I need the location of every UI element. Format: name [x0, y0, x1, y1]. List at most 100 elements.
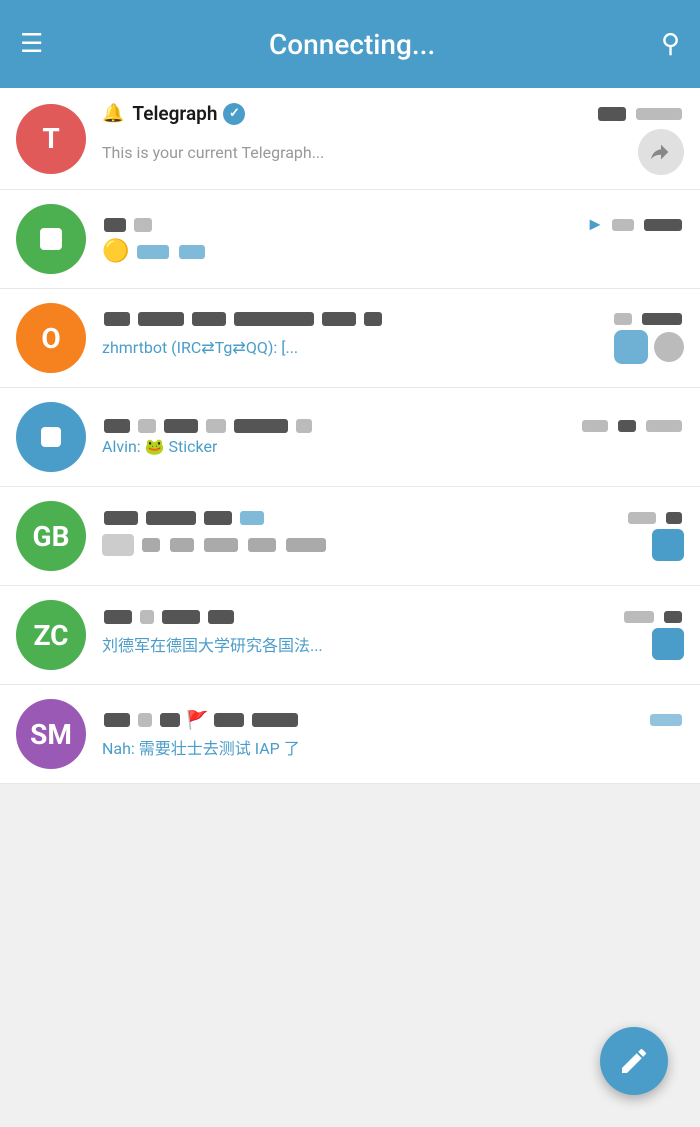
redacted-block	[666, 512, 682, 524]
time-area	[626, 512, 684, 524]
chat-info: Alvin: 🐸 Sticker	[102, 419, 684, 456]
chat-info: zhmrtbot (IRC⇄Tg⇄QQ): [...	[102, 312, 684, 364]
redacted-block	[138, 312, 184, 326]
avatar-small	[654, 332, 684, 362]
redacted-block	[146, 511, 196, 525]
redacted-block	[598, 107, 626, 121]
header-title: Connecting...	[43, 28, 661, 61]
redacted-block	[104, 511, 138, 525]
redacted-block	[614, 313, 632, 325]
chat-second-row: 刘德军在德国大学研究各国法...	[102, 628, 684, 660]
list-item[interactable]: ZC 刘德军在德国大学研究各国法...	[0, 586, 700, 685]
avatar: T	[16, 104, 86, 174]
emoji-icon: 🟡	[102, 239, 129, 264]
redacted-block	[208, 610, 234, 624]
redacted-block	[162, 610, 200, 624]
chat-second-row	[102, 529, 684, 561]
chat-name-row: 🚩	[102, 710, 300, 731]
redacted-block	[618, 420, 636, 432]
forward-button[interactable]	[638, 129, 684, 175]
verified-badge	[223, 103, 245, 125]
redacted-block	[248, 538, 276, 552]
redacted-block	[636, 108, 682, 120]
list-item[interactable]: T 🔔 Telegraph This is your current Teleg…	[0, 88, 700, 190]
redacted-block	[104, 713, 130, 727]
pencil-icon	[618, 1045, 650, 1077]
redacted-block	[214, 713, 244, 727]
redacted-block	[234, 419, 288, 433]
redacted-block	[104, 312, 130, 326]
compose-fab[interactable]	[600, 1027, 668, 1095]
redacted-block	[252, 713, 298, 727]
chat-top-row	[102, 419, 684, 433]
time-area	[580, 420, 684, 432]
chat-top-row	[102, 312, 684, 326]
redacted-block	[240, 511, 264, 525]
redacted-block	[138, 713, 152, 727]
chat-second-row: 🟡	[102, 239, 684, 264]
chat-second-row: This is your current Telegraph...	[102, 129, 684, 175]
redacted-block	[206, 419, 226, 433]
redacted-block	[160, 713, 180, 727]
avatar: GB	[16, 501, 86, 571]
redacted-block	[650, 714, 682, 726]
redacted-block	[364, 312, 382, 326]
chat-top-row: ►	[102, 214, 684, 235]
redacted-block	[142, 538, 160, 552]
redacted-block	[204, 538, 238, 552]
chat-name-row	[102, 312, 384, 326]
chat-top-row: 🔔 Telegraph	[102, 102, 684, 125]
chat-preview: This is your current Telegraph...	[102, 143, 324, 162]
redacted-block	[612, 219, 634, 231]
redacted-block	[642, 313, 682, 325]
redacted-block	[234, 312, 314, 326]
unread-icon	[652, 529, 684, 561]
chat-top-row: 🚩	[102, 710, 684, 731]
chat-preview: 刘德军在德国大学研究各国法...	[102, 632, 323, 656]
list-item[interactable]: O zhmrtbot (IRC⇄Tg⇄QQ): [...	[0, 289, 700, 388]
redacted-block	[322, 312, 356, 326]
redacted-block	[582, 420, 608, 432]
send-icon: ►	[586, 214, 604, 235]
chat-top-row	[102, 511, 684, 525]
chat-name-row	[102, 511, 266, 525]
chat-second-row: zhmrtbot (IRC⇄Tg⇄QQ): [...	[102, 330, 684, 364]
redacted-block	[644, 219, 682, 231]
redacted-block	[164, 419, 198, 433]
time-area: ►	[586, 214, 684, 235]
redacted-block	[104, 610, 132, 624]
avatar: O	[16, 303, 86, 373]
chat-info: 🚩 Nah: 需要壮士去测试 IAP 了	[102, 710, 684, 759]
unread-icon	[614, 330, 648, 364]
redacted-block	[204, 511, 232, 525]
chat-info: 刘德军在德国大学研究各国法...	[102, 610, 684, 660]
redacted-block	[102, 534, 134, 556]
chat-list: T 🔔 Telegraph This is your current Teleg…	[0, 88, 700, 784]
redacted-block	[138, 419, 156, 433]
avatar: ZC	[16, 600, 86, 670]
avatar	[16, 402, 86, 472]
avatar	[16, 204, 86, 274]
list-item[interactable]: SM 🚩 Nah: 需要壮士去测试 IAP 了	[0, 685, 700, 784]
unread-icon	[652, 628, 684, 660]
list-item[interactable]: ► 🟡	[0, 190, 700, 289]
chat-preview: zhmrtbot (IRC⇄Tg⇄QQ): [...	[102, 338, 298, 357]
list-item[interactable]: Alvin: 🐸 Sticker	[0, 388, 700, 487]
time-area	[612, 313, 684, 325]
menu-icon[interactable]: ☰	[20, 31, 43, 57]
chat-preview: Nah: 需要壮士去测试 IAP 了	[102, 735, 300, 759]
mute-icon: 🔔	[102, 103, 124, 124]
redacted-block	[664, 611, 682, 623]
chat-name-row	[102, 218, 154, 232]
chat-name-row	[102, 610, 236, 624]
search-icon[interactable]: ⚲	[661, 29, 680, 59]
redacted-block	[134, 218, 152, 232]
list-item[interactable]: GB	[0, 487, 700, 586]
chat-preview: Alvin: 🐸 Sticker	[102, 437, 217, 456]
time-area	[596, 107, 684, 121]
chat-top-row	[102, 610, 684, 624]
redacted-block	[296, 419, 312, 433]
redacted-block	[140, 610, 154, 624]
chat-second-row: Alvin: 🐸 Sticker	[102, 437, 684, 456]
redacted-block	[179, 245, 205, 259]
